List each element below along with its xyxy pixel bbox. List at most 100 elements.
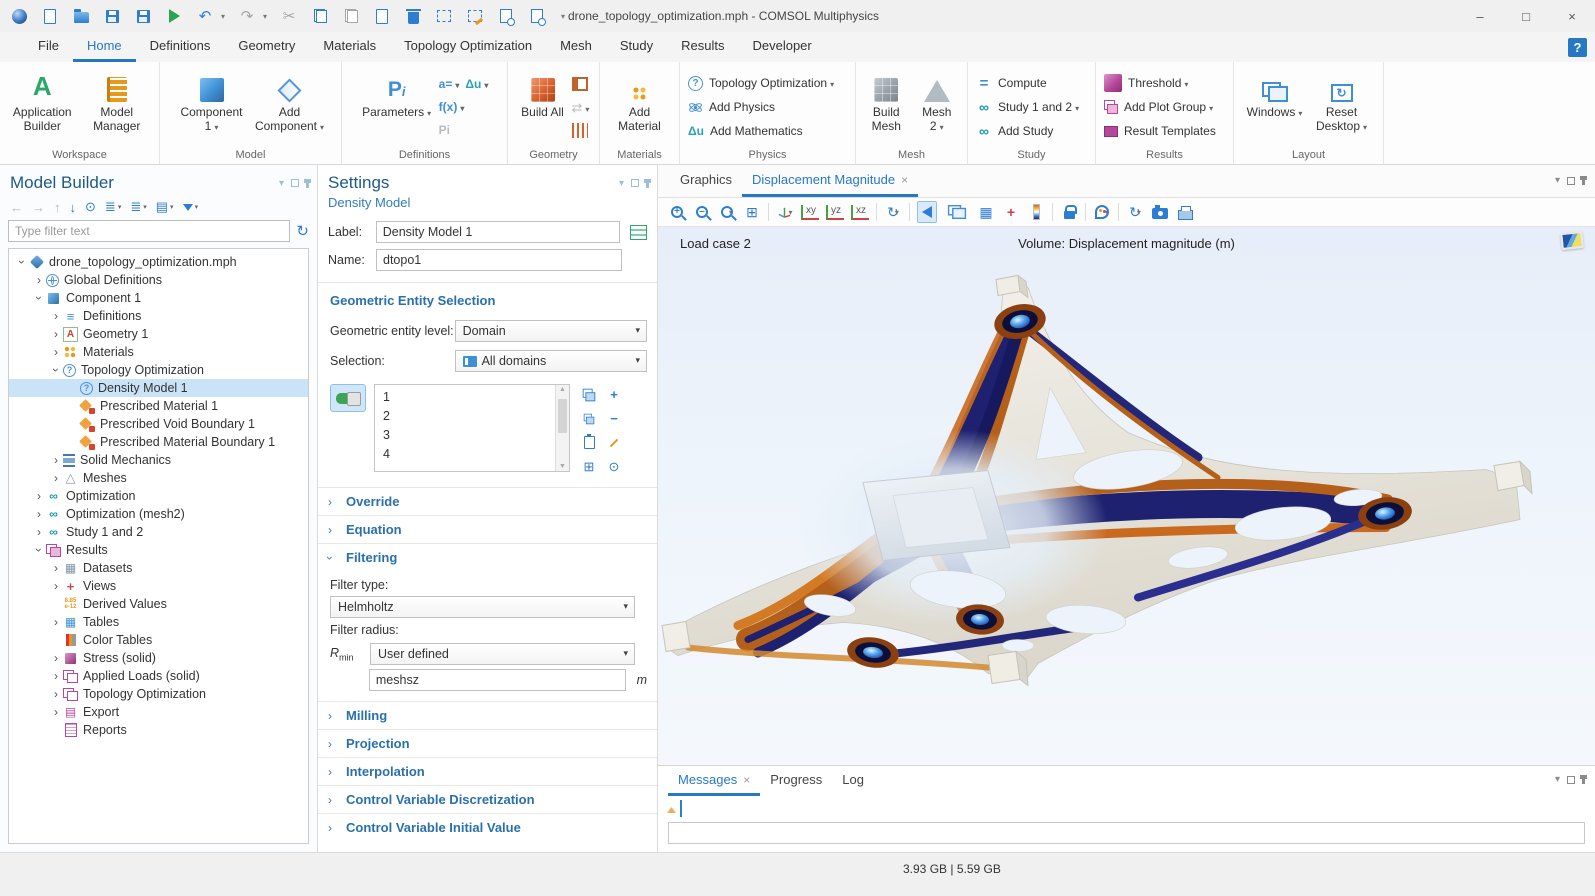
tree-item[interactable]: Solid Mechanics (9, 451, 308, 469)
show-icon[interactable]: ⊙ (85, 199, 96, 215)
zoom-in-icon[interactable]: + (668, 201, 686, 223)
tab-displacement-magnitude[interactable]: Displacement Magnitude× (742, 165, 918, 197)
save-icon[interactable] (103, 7, 121, 25)
color-palette-icon[interactable]: ▾ (1093, 201, 1111, 223)
selection-list-item[interactable]: 1 (375, 387, 555, 406)
color-legend-icon[interactable] (1027, 201, 1045, 223)
section-filtering[interactable]: Filtering (318, 543, 657, 571)
menu-tab-materials[interactable]: Materials (309, 32, 390, 62)
tree-item[interactable]: Topology Optimization (9, 685, 308, 703)
parameter-case-button[interactable]: Pi (439, 123, 450, 137)
copy-selection-icon[interactable] (578, 384, 600, 405)
menu-tab-developer[interactable]: Developer (738, 32, 825, 62)
partition-icon[interactable] (572, 123, 588, 138)
name-input[interactable] (376, 249, 622, 271)
messages-content[interactable] (668, 822, 1585, 844)
show-selection-icon[interactable]: ⊙ (603, 456, 625, 477)
close-button[interactable]: × (1549, 0, 1595, 32)
qat-customize-icon[interactable]: ▾ (561, 12, 565, 21)
close-tab-icon[interactable]: × (901, 173, 908, 187)
add-study-button[interactable]: ∞Add Study (976, 122, 1053, 141)
domain-selection-list[interactable]: 1 2 3 4 ▲▼ (374, 384, 570, 472)
export-table-icon[interactable] (680, 801, 682, 816)
build-mesh-button[interactable]: Build Mesh (864, 67, 909, 147)
panel-pin-icon[interactable] (306, 179, 309, 188)
filter-type-dropdown[interactable]: Helmholtz (330, 596, 635, 618)
undo-caret-icon[interactable]: ▾ (221, 12, 225, 21)
tree-item[interactable]: Materials (9, 343, 308, 361)
redo-caret-icon[interactable]: ▾ (263, 12, 267, 21)
mesh-selector-button[interactable]: Mesh 2 (915, 67, 960, 147)
tree-item[interactable]: △Meshes (9, 469, 308, 487)
default-view-icon[interactable]: ▾ (776, 201, 794, 223)
active-toggle-button[interactable] (330, 384, 366, 412)
rotate-view-icon[interactable]: ↻▾ (884, 201, 902, 223)
zoom-to-selection-icon[interactable]: ⊞ (578, 456, 600, 477)
collapse-all-icon[interactable]: ≣▾ (105, 199, 121, 215)
add-plot-group-button[interactable]: Add Plot Group (1104, 98, 1213, 117)
section-milling[interactable]: Milling (318, 701, 657, 729)
forward-icon[interactable]: → (32, 200, 45, 215)
build-all-geometry-button[interactable]: Build All (520, 67, 566, 147)
tree-item[interactable]: +Views (9, 577, 308, 595)
nonlocal-couplings-button[interactable]: Δu (465, 77, 488, 91)
tree-item[interactable]: Topology Optimization (9, 361, 308, 379)
tree-item[interactable]: Applied Loads (solid) (9, 667, 308, 685)
section-control-variable-discretization[interactable]: Control Variable Discretization (318, 785, 657, 813)
tab-log[interactable]: Log (832, 766, 874, 796)
paste-selection-icon[interactable] (578, 408, 600, 429)
panel-float-icon[interactable] (291, 179, 299, 187)
menu-tab-mesh[interactable]: Mesh (546, 32, 606, 62)
lock-view-icon[interactable] (1060, 201, 1078, 223)
menu-tab-home[interactable]: Home (73, 32, 136, 62)
tree-item[interactable]: ▦Datasets (9, 559, 308, 577)
remove-from-selection-icon[interactable]: − (603, 408, 625, 429)
component-button[interactable]: Component 1 (176, 67, 248, 147)
panel-float-icon[interactable] (1567, 177, 1575, 185)
entity-level-dropdown[interactable]: Domain (455, 320, 647, 342)
copy-icon[interactable] (311, 7, 329, 25)
tree-item[interactable]: Results (9, 541, 308, 559)
view-xy-button[interactable]: xy (801, 201, 819, 223)
scene-light-icon[interactable] (917, 201, 937, 223)
view-xz-button[interactable]: xz (851, 201, 869, 223)
selection-dropdown[interactable]: All domains (455, 350, 647, 372)
menu-tab-study[interactable]: Study (606, 32, 667, 62)
section-control-variable-initial-value[interactable]: Control Variable Initial Value (318, 813, 657, 841)
sync-geometry-icon[interactable]: ⇄ (572, 100, 588, 114)
zoom-extents-icon[interactable]: ⊞ (743, 201, 761, 223)
model-tree-filter-icon[interactable]: ▾ (183, 203, 199, 211)
physics-interface-selector[interactable]: ?Topology Optimization (688, 74, 834, 93)
paste-icon[interactable] (342, 7, 360, 25)
select-box-icon[interactable] (435, 7, 453, 25)
delete-icon[interactable] (404, 7, 422, 25)
tree-item[interactable]: Prescribed Void Boundary 1 (9, 415, 308, 433)
refresh-icon[interactable]: ↻ (296, 222, 309, 240)
zoom-box-icon[interactable]: ▾ (718, 201, 736, 223)
new-file-icon[interactable] (41, 7, 59, 25)
section-override[interactable]: Override (318, 487, 657, 515)
tab-progress[interactable]: Progress (760, 766, 832, 796)
tree-item[interactable]: Prescribed Material Boundary 1 (9, 433, 308, 451)
panel-menu-icon[interactable]: ▾ (1555, 175, 1560, 186)
application-builder-button[interactable]: A Application Builder (8, 67, 77, 147)
tree-item[interactable]: ∞Optimization (mesh2) (9, 505, 308, 523)
panel-float-icon[interactable] (1567, 776, 1575, 784)
tree-item[interactable]: Reports (9, 721, 308, 739)
reset-desktop-button[interactable]: ↻ Reset Desktop (1311, 67, 1373, 147)
model-manager-button[interactable]: Model Manager (83, 67, 152, 147)
filter-radius-input[interactable] (369, 669, 626, 691)
panel-menu-icon[interactable]: ▾ (619, 178, 624, 189)
tree-item[interactable]: Color Tables (9, 631, 308, 649)
filter-radius-mode-dropdown[interactable]: User defined (370, 643, 635, 665)
tree-filter-input[interactable] (8, 220, 290, 242)
selection-list-item[interactable]: 3 (375, 425, 555, 444)
panel-menu-icon[interactable]: ▾ (1555, 774, 1560, 785)
move-up-icon[interactable]: ↑ (54, 200, 61, 215)
node-grouping-icon[interactable]: ▤▾ (156, 199, 174, 215)
tree-item[interactable]: ∞Study 1 and 2 (9, 523, 308, 541)
add-physics-button[interactable]: Add Physics (688, 98, 775, 117)
add-mathematics-button[interactable]: ΔuAdd Mathematics (688, 122, 803, 141)
open-file-icon[interactable] (72, 7, 90, 25)
minimize-button[interactable]: – (1457, 0, 1503, 32)
